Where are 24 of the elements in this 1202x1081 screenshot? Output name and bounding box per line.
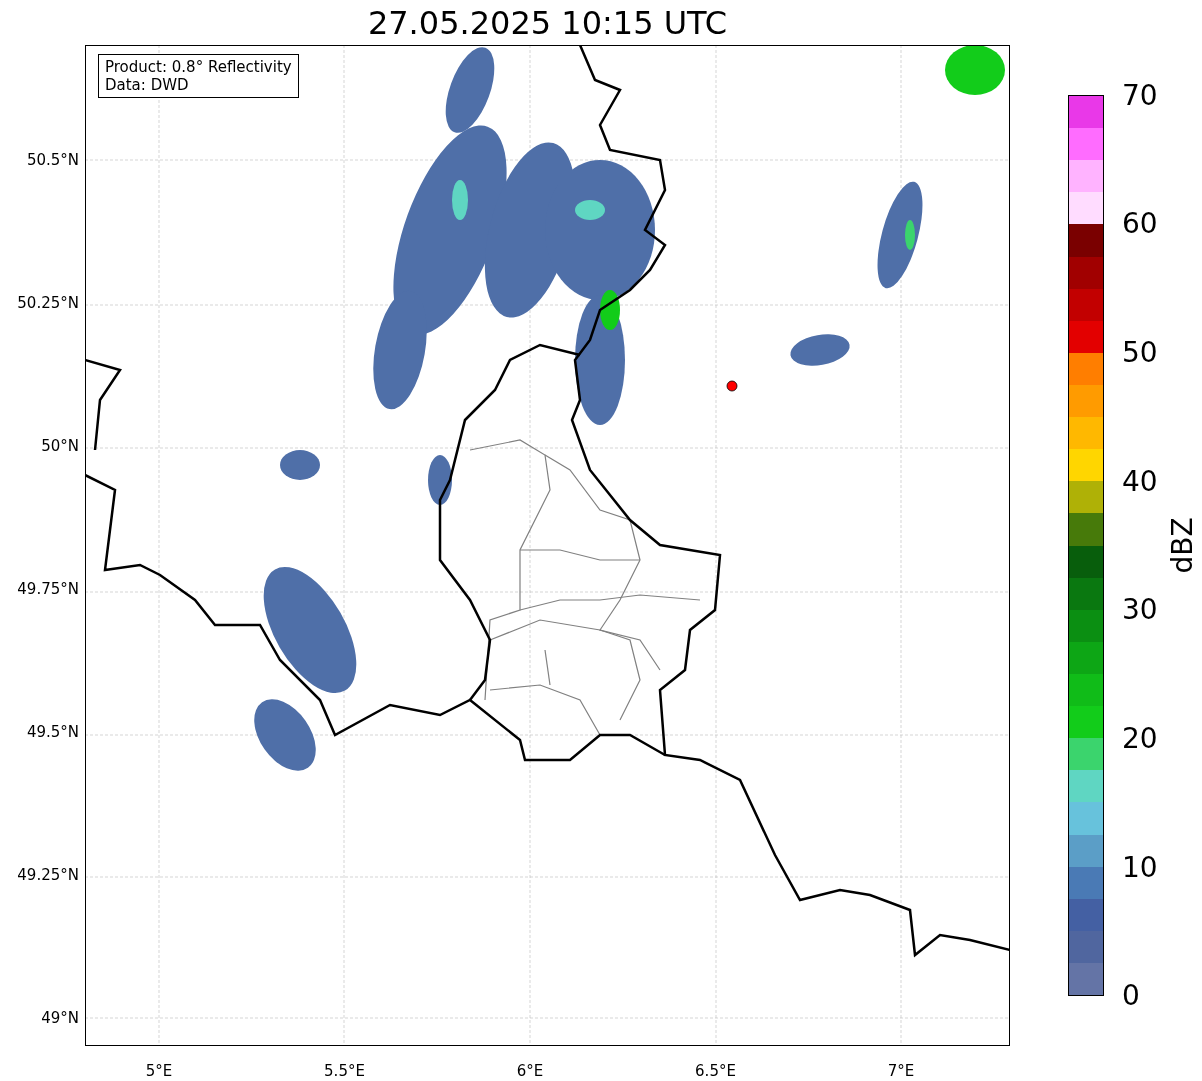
axis-tick-label: 49.25°N [17, 866, 79, 884]
info-text: Data: DWD [105, 76, 190, 94]
colorbar-tick-label: 20 [1122, 722, 1158, 755]
colorbar-tick-label: 10 [1122, 850, 1158, 884]
axis-tick-label: 6°E [516, 1062, 544, 1080]
axis-tick-label: 50.5°N [26, 151, 79, 169]
axis-tick-label: 49°N [41, 1009, 79, 1027]
axis-tick-label: 50°N [41, 437, 79, 455]
colorbar-tick-label: 60 [1122, 207, 1158, 241]
axis-tick-label: 5.5°E [324, 1062, 365, 1080]
axis-tick-label: 5°E [145, 1062, 173, 1080]
colorbar-tick-label: 50 [1122, 335, 1158, 369]
axis-tick-label: 50.25°N [17, 294, 79, 312]
axis-tick-label: 6.5°E [695, 1062, 736, 1080]
axis-tick-label: 49.75°N [17, 580, 79, 598]
colorbar-tick-label: 0 [1122, 979, 1140, 1013]
colorbar-tick-label: 30 [1122, 593, 1158, 627]
axis-tick-label: 49.5°N [26, 723, 79, 741]
chart-title: 27.05.2025 10:15 UTC [367, 3, 728, 42]
colorbar-tick-label: 70 [1122, 78, 1158, 112]
colorbar-tick-label: 40 [1122, 464, 1158, 498]
axis-tick-label: 7°E [887, 1062, 915, 1080]
colorbar-label: dBZ [1165, 517, 1199, 574]
info-text: Product: 0.8° Reflectivity [105, 58, 292, 76]
